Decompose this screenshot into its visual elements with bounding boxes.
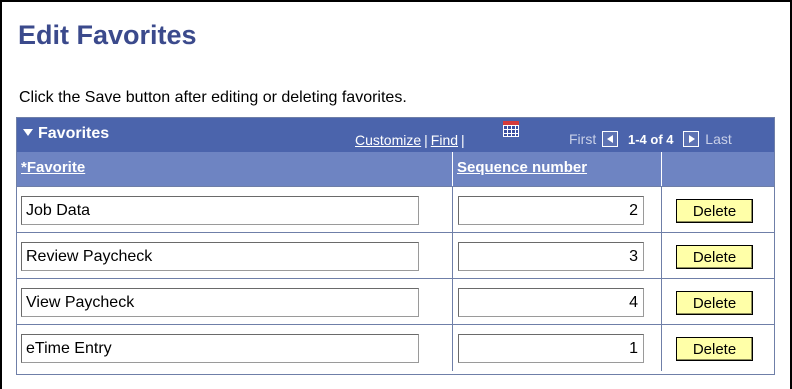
first-link[interactable]: First — [569, 131, 596, 147]
delete-button[interactable]: Delete — [676, 245, 753, 269]
collapse-triangle-icon — [23, 129, 33, 136]
delete-button[interactable]: Delete — [676, 337, 753, 361]
delete-button[interactable]: Delete — [676, 291, 753, 315]
sequence-number-input[interactable] — [458, 242, 644, 271]
table-row: Delete — [17, 186, 774, 233]
grid-title: Favorites — [38, 125, 110, 142]
sequence-column-header[interactable]: Sequence number — [453, 152, 662, 186]
favorite-name-input[interactable] — [21, 242, 419, 271]
sequence-number-input[interactable] — [458, 334, 644, 363]
instructions-text: Click the Save button after editing or d… — [19, 89, 407, 106]
find-link[interactable]: Find — [431, 132, 458, 148]
table-row: Delete — [17, 278, 774, 325]
customize-link[interactable]: Customize — [355, 132, 421, 148]
grid-navigation: First 1-4 of 4 Last — [569, 131, 732, 147]
separator: | — [424, 132, 428, 148]
favorites-grid: Favorites Customize | Find | First 1-4 of 4… — [16, 117, 775, 375]
table-row: Delete — [17, 324, 774, 371]
view-all-grid-icon[interactable] — [503, 121, 519, 137]
next-row-icon[interactable] — [683, 131, 700, 147]
favorite-name-input[interactable] — [21, 334, 419, 363]
last-link[interactable]: Last — [705, 131, 731, 147]
sequence-number-input[interactable] — [458, 288, 644, 317]
action-column-header — [662, 152, 774, 186]
favorite-name-input[interactable] — [21, 288, 419, 317]
delete-button[interactable]: Delete — [676, 199, 753, 223]
favorite-name-input[interactable] — [21, 196, 419, 225]
grid-header: Favorites Customize | Find | First 1-4 of 4… — [17, 118, 774, 152]
page-title: Edit Favorites — [18, 20, 197, 50]
previous-row-icon[interactable] — [602, 131, 619, 147]
favorite-column-header[interactable]: *Favorite — [17, 152, 453, 186]
column-header-row: *Favorite Sequence number — [17, 152, 774, 186]
grid-collapse-toggle[interactable]: Favorites — [23, 125, 109, 143]
table-row: Delete — [17, 232, 774, 279]
grid-tools: Customize | Find | — [355, 132, 468, 148]
sequence-number-input[interactable] — [458, 196, 644, 225]
row-range: 1-4 of 4 — [628, 132, 674, 147]
separator: | — [461, 132, 465, 148]
